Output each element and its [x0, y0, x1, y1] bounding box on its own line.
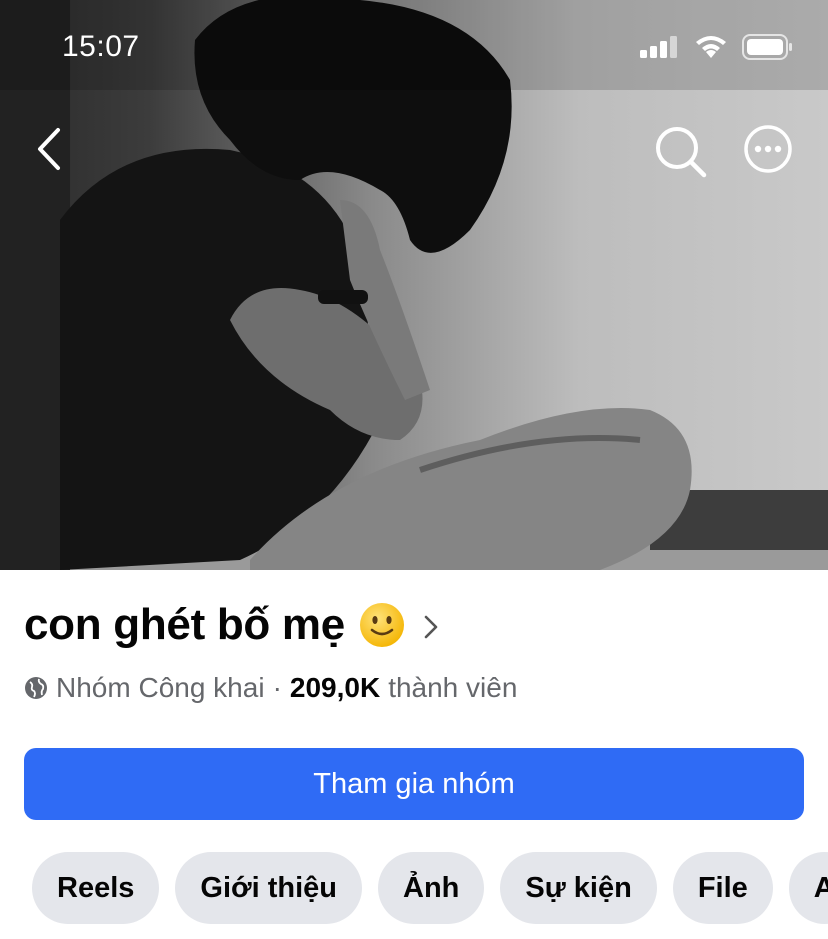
group-tabs: Reels Giới thiệu Ảnh Sự kiện File A [32, 852, 828, 924]
more-options-button[interactable] [742, 123, 794, 175]
tab-events[interactable]: Sự kiện [500, 852, 657, 924]
slightly-smiling-face-icon [359, 603, 404, 647]
group-name: con ghét bố mẹ [24, 600, 345, 649]
search-icon [656, 127, 707, 178]
separator: · [272, 672, 282, 703]
join-group-button[interactable]: Tham gia nhóm [24, 748, 804, 820]
wifi-icon [696, 36, 726, 58]
group-cover-photo[interactable]: 15:07 [0, 0, 828, 570]
group-meta: Nhóm Công khai · 209,0K thành viên [24, 672, 517, 704]
back-button[interactable] [26, 124, 72, 174]
chevron-left-icon [38, 128, 60, 170]
privacy-label: Nhóm Công khai [56, 672, 265, 703]
status-icons [640, 34, 794, 60]
globe-icon [25, 677, 47, 699]
tab-more[interactable]: A [788, 852, 828, 924]
group-title-row[interactable]: con ghét bố mẹ [24, 600, 439, 650]
status-time: 15:07 [62, 30, 140, 63]
member-label: thành viên [388, 672, 518, 703]
chevron-right-icon [424, 615, 438, 639]
more-horizontal-icon [744, 125, 792, 173]
signal-icon [640, 36, 677, 58]
battery-icon [742, 34, 792, 60]
member-count: 209,0K [289, 672, 381, 703]
tab-photos[interactable]: Ảnh [378, 852, 485, 924]
tab-files[interactable]: File [672, 852, 773, 924]
cover-photo-image [0, 0, 828, 570]
search-button[interactable] [652, 123, 708, 179]
tab-reels[interactable]: Reels [32, 852, 160, 924]
tab-about[interactable]: Giới thiệu [175, 852, 363, 924]
